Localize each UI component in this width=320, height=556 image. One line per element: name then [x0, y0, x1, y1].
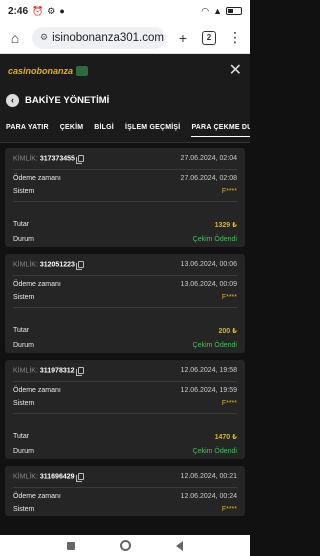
page-header: ‹ BAKİYE YÖNETİMİ — [0, 87, 250, 113]
back-arrow-icon[interactable]: ‹ — [6, 93, 19, 107]
tab-cekim[interactable]: ÇEKİM — [60, 116, 84, 139]
app-header: casinobonanza ✕ — [0, 54, 250, 87]
amount-value: 1470 ₺ — [214, 433, 237, 441]
transaction-id: 312051223 — [39, 261, 75, 269]
payment-time: 27.06.2024, 02:08 — [180, 175, 237, 182]
transaction-id: 311978312 — [39, 367, 75, 375]
copy-icon[interactable] — [75, 472, 84, 482]
url-text: isinobonanza301.com — [52, 31, 164, 44]
withdrawal-list: KİMLİK: 317373455 27.06.2024, 02:04 Ödem… — [0, 143, 250, 535]
system-value: F**** — [221, 187, 237, 195]
payment-time: 13.06.2024, 00:09 — [180, 281, 237, 288]
kimlik-label: KİMLİK: — [13, 261, 38, 269]
copy-icon[interactable] — [75, 366, 84, 376]
divider — [13, 307, 237, 308]
amount-value: 1329 ₺ — [214, 221, 237, 229]
status-time: 2:46 — [8, 5, 29, 17]
amount-label: Tutar — [13, 433, 30, 440]
tab-para-cekme-durumu[interactable]: PARA ÇEKME DU — [191, 116, 250, 139]
system-label: Sistem — [13, 187, 35, 195]
tab-switcher-button[interactable]: 2 — [200, 29, 218, 47]
created-date: 13.06.2024, 00:06 — [180, 261, 237, 268]
home-icon[interactable]: ⌂ — [6, 29, 24, 47]
amount-label: Tutar — [13, 327, 30, 334]
battery-level — [228, 9, 233, 13]
alarm-icon: ⏰ — [32, 5, 44, 16]
divider — [13, 201, 237, 202]
system-label: Sistem — [13, 293, 35, 301]
created-date: 12.06.2024, 19:58 — [180, 367, 237, 374]
status-label: Durum — [13, 448, 35, 455]
new-tab-icon[interactable]: + — [174, 29, 192, 47]
logo-badge-icon — [76, 65, 89, 76]
logo-text: casinobonanza — [8, 65, 74, 76]
transaction-id: 311696429 — [39, 473, 75, 481]
status-bar: 2:46 ⏰ ⚙ ● ◠ ▲ — [0, 0, 250, 22]
transaction-card: KİMLİK: 317373455 27.06.2024, 02:04 Ödem… — [5, 148, 245, 247]
page-title: BAKİYE YÖNETİMİ — [25, 94, 110, 106]
kimlik-label: KİMLİK: — [13, 155, 38, 163]
amount-label: Tutar — [13, 221, 30, 228]
status-value: Çekim Ödendi — [192, 236, 237, 243]
wifi-icon: ◠ — [201, 5, 210, 16]
payment-time-label: Ödeme zamanı — [13, 281, 61, 288]
payment-time: 12.06.2024, 00:24 — [180, 493, 237, 500]
android-nav-bar — [0, 535, 250, 556]
system-value: F**** — [221, 293, 237, 301]
payment-time-label: Ödeme zamanı — [13, 493, 61, 500]
tab-para-yatir[interactable]: PARA YATIR — [6, 116, 49, 139]
balance-tabs: PARA YATIR ÇEKİM BİLGİ İŞLEM GEÇMİŞİ PAR… — [0, 113, 250, 143]
created-date: 27.06.2024, 02:04 — [180, 155, 237, 162]
recents-button[interactable] — [67, 541, 75, 550]
status-label: Durum — [13, 236, 35, 243]
browser-toolbar: ⌂ ⚙ isinobonanza301.com + 2 ⋮ — [0, 22, 250, 54]
more-menu-icon[interactable]: ⋮ — [226, 29, 244, 47]
system-label: Sistem — [13, 505, 35, 513]
battery-icon — [226, 7, 242, 15]
transaction-card: KİMLİK: 311696429 12.06.2024, 00:21 Ödem… — [5, 466, 245, 516]
transaction-card: KİMLİK: 312051223 13.06.2024, 00:06 Ödem… — [5, 254, 245, 353]
status-value: Çekim Ödendi — [192, 342, 237, 349]
tab-bilgi[interactable]: BİLGİ — [94, 116, 114, 139]
status-label: Durum — [13, 342, 35, 349]
divider — [13, 413, 237, 414]
payment-time-label: Ödeme zamanı — [13, 387, 61, 394]
tab-islem-gecmisi[interactable]: İŞLEM GEÇMİŞİ — [125, 116, 181, 139]
amount-value: 200 ₺ — [218, 327, 238, 335]
payment-time: 12.06.2024, 19:59 — [180, 387, 237, 394]
casino-logo[interactable]: casinobonanza — [8, 65, 89, 76]
site-settings-icon[interactable]: ⚙ — [40, 32, 48, 43]
payment-time-label: Ödeme zamanı — [13, 175, 61, 182]
system-value: F**** — [221, 505, 237, 513]
address-bar[interactable]: ⚙ isinobonanza301.com — [32, 26, 166, 49]
status-value: Çekim Ödendi — [192, 448, 237, 455]
home-button[interactable] — [120, 540, 131, 551]
close-icon[interactable]: ✕ — [229, 62, 242, 79]
settings-icon: ⚙ — [47, 5, 56, 16]
kimlik-label: KİMLİK: — [13, 367, 38, 375]
kimlik-label: KİMLİK: — [13, 473, 38, 481]
location-icon: ● — [59, 5, 65, 16]
system-value: F**** — [221, 399, 237, 407]
transaction-card: KİMLİK: 311978312 12.06.2024, 19:58 Ödem… — [5, 360, 245, 459]
copy-icon[interactable] — [75, 260, 84, 270]
copy-icon[interactable] — [75, 154, 84, 164]
signal-icon: ▲ — [213, 5, 222, 16]
created-date: 12.06.2024, 00:21 — [180, 473, 237, 480]
tab-count: 2 — [202, 30, 216, 45]
system-label: Sistem — [13, 399, 35, 407]
transaction-id: 317373455 — [39, 155, 75, 163]
back-button[interactable] — [176, 540, 183, 551]
